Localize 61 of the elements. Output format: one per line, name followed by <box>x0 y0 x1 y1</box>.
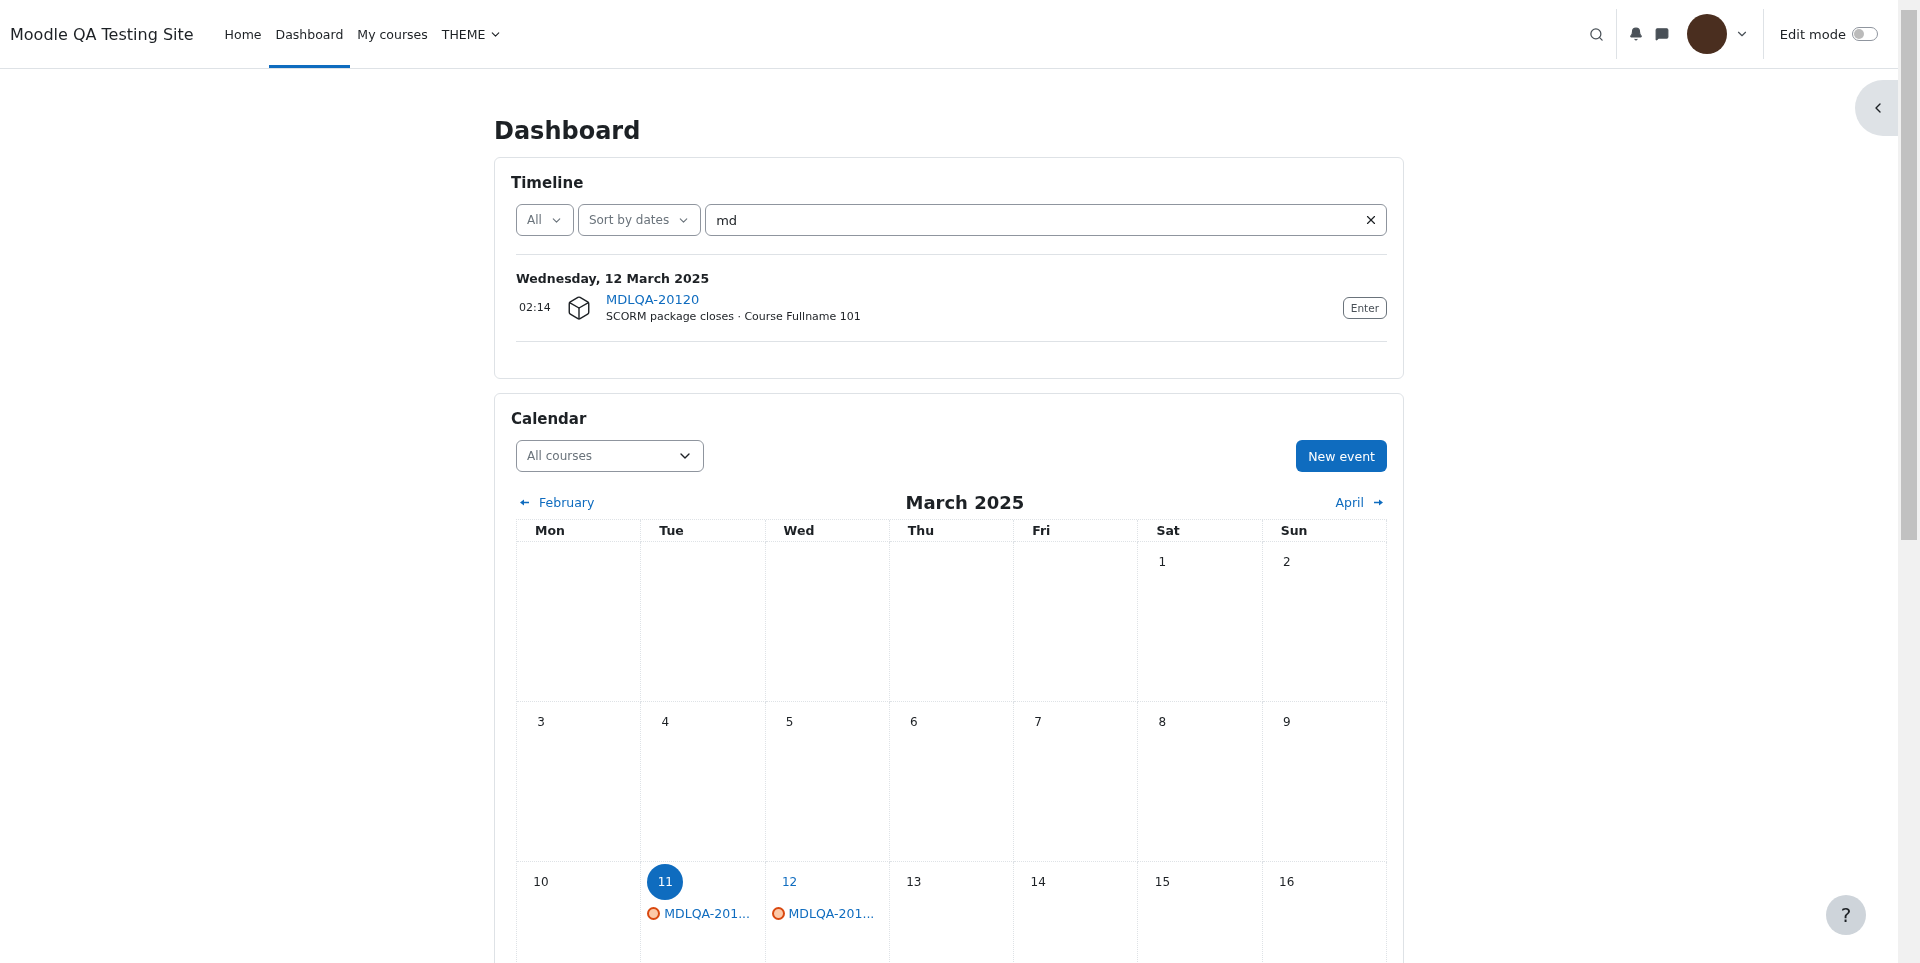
day-number[interactable]: 7 <box>1020 704 1057 740</box>
day-number[interactable]: 3 <box>523 704 559 740</box>
speech-bubble-icon <box>1654 27 1669 41</box>
weekday-header: Mon <box>517 520 642 542</box>
day-number[interactable]: 13 <box>895 864 932 900</box>
weekday-header: Wed <box>765 520 890 542</box>
day-number[interactable]: 15 <box>1144 864 1181 900</box>
scrollbar[interactable] <box>1898 0 1920 963</box>
day-number[interactable]: 2 <box>1268 544 1305 580</box>
page-title: Dashboard <box>494 117 642 145</box>
card-title: Calendar <box>511 410 588 428</box>
weekday-header: Fri <box>1014 520 1139 542</box>
avatar <box>1686 14 1727 54</box>
nav-tab[interactable]: My courses <box>350 0 435 68</box>
date-heading: Wednesday, 12 March 2025 <box>516 271 711 286</box>
day-number[interactable]: 6 <box>895 704 932 740</box>
filter-dropdown[interactable]: All <box>516 204 574 236</box>
prev-month-link[interactable]: February <box>520 495 595 510</box>
course-dropdown[interactable]: All courses <box>516 440 704 472</box>
day-number[interactable]: 8 <box>1144 704 1181 740</box>
calendar-event[interactable]: MDLQA-201... <box>771 906 875 921</box>
day-number[interactable]: 1 <box>1144 544 1181 580</box>
search-icon <box>1588 26 1604 42</box>
day-number[interactable]: 9 <box>1268 704 1305 740</box>
card-title: Timeline <box>511 174 585 192</box>
event-dot-icon <box>647 907 661 920</box>
day-number[interactable]: 5 <box>771 704 808 740</box>
edit-mode-toggle[interactable] <box>1852 27 1878 41</box>
nav-tab[interactable]: THEME <box>434 0 510 68</box>
day-number[interactable]: 16 <box>1268 864 1305 900</box>
bell-icon <box>1628 27 1643 41</box>
day-number[interactable]: 12 <box>771 864 808 900</box>
arrow-left-icon <box>520 499 529 506</box>
month-title: March 2025 <box>905 492 1025 513</box>
nav-tab[interactable]: Dashboard <box>268 0 351 68</box>
next-month-link[interactable]: April <box>1335 495 1383 510</box>
search-field[interactable]: md <box>705 204 1387 236</box>
day-number[interactable]: 4 <box>647 704 684 740</box>
site-name[interactable]: Moodle QA Testing Site <box>10 0 194 68</box>
day-number[interactable]: 14 <box>1020 864 1057 900</box>
weekday-header: Sun <box>1262 520 1387 542</box>
event-detail: SCORM package closes · Course Fullname 101 <box>606 310 862 323</box>
package-icon <box>566 294 592 321</box>
nav-tab[interactable]: Home <box>217 0 269 68</box>
enter-button[interactable]: Enter <box>1342 296 1387 319</box>
new-event-button[interactable]: New event <box>1296 440 1387 472</box>
day-number[interactable]: 10 <box>523 864 559 900</box>
calendar-event[interactable]: MDLQA-201... <box>647 906 751 921</box>
day-number[interactable]: 11 <box>647 864 684 900</box>
arrow-right-icon <box>1374 499 1383 506</box>
edit-mode-label: Edit mode <box>1779 26 1846 42</box>
sort-dropdown[interactable]: Sort by dates <box>577 204 702 236</box>
weekday-header: Sat <box>1138 520 1263 542</box>
event-link[interactable]: MDLQA-20120 <box>606 292 1343 307</box>
help-button[interactable]: ? <box>1826 895 1866 935</box>
event-dot-icon <box>771 907 785 920</box>
weekday-header: Thu <box>889 520 1015 542</box>
event-time: 02:14 <box>518 301 552 314</box>
drawer-toggle-button[interactable] <box>1855 80 1898 136</box>
close-icon <box>1364 213 1378 227</box>
weekday-header: Tue <box>641 520 766 542</box>
